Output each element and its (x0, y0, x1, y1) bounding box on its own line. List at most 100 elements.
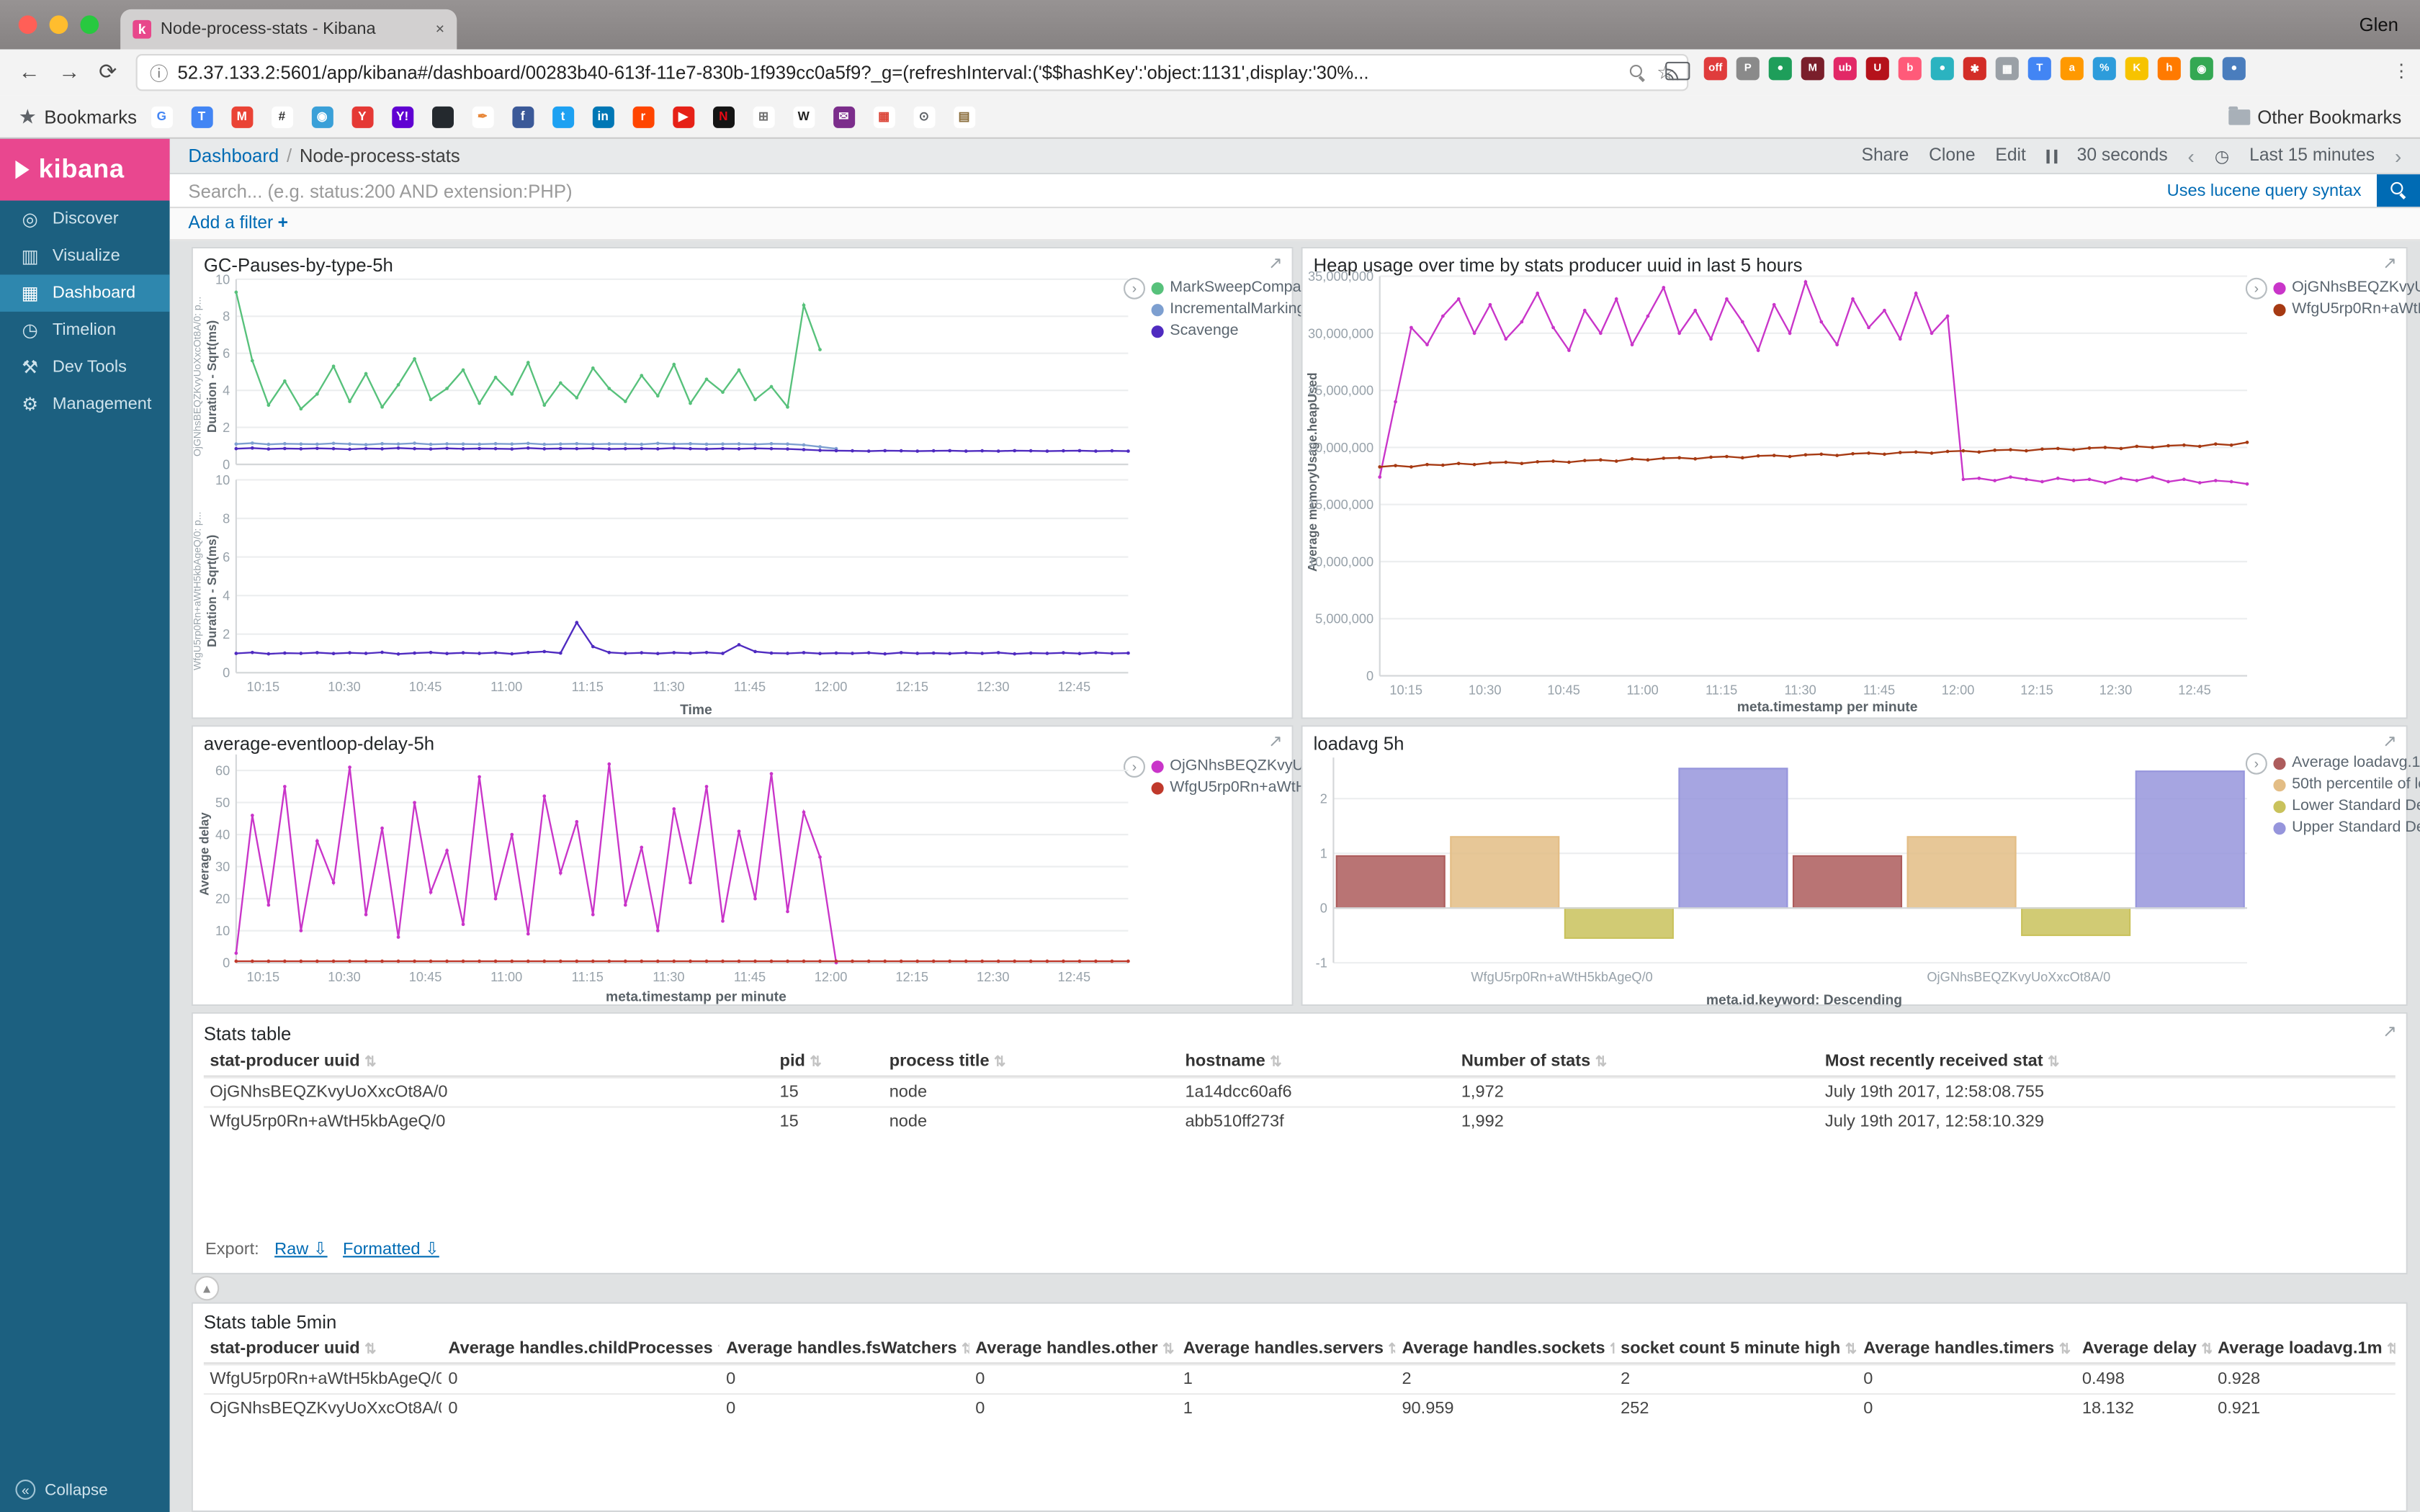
legend-item[interactable]: WfgU5rp0Rn+aWtH5... (2273, 301, 2420, 318)
column-header[interactable]: Average handles.childProcesses⇅ (442, 1335, 720, 1363)
add-filter-link[interactable]: Add a filter (188, 215, 273, 233)
column-header[interactable]: pid⇅ (774, 1048, 883, 1076)
minimize-window-button[interactable] (50, 15, 68, 34)
panel-title[interactable]: Stats table 5min (204, 1311, 336, 1333)
bookmark-favicon[interactable]: ✉ (833, 106, 854, 127)
legend-item[interactable]: MarkSweepCompact (1152, 279, 1306, 297)
pause-refresh-icon[interactable] (2046, 149, 2057, 163)
column-header[interactable]: Average loadavg.1m⇅ (2212, 1335, 2396, 1363)
panel-title[interactable]: Stats table (204, 1023, 292, 1045)
extension-icon[interactable]: h (2158, 57, 2181, 80)
column-header[interactable]: process title⇅ (883, 1048, 1179, 1076)
column-header[interactable]: Average delay⇅ (2076, 1335, 2211, 1363)
bookmark-favicon[interactable]: # (271, 106, 292, 127)
search-button[interactable] (2377, 174, 2420, 207)
zoom-icon[interactable] (1631, 64, 1648, 81)
extension-icon[interactable]: ub (1834, 57, 1857, 80)
expand-panel-icon[interactable]: ↗ (2383, 253, 2397, 273)
bar[interactable] (1679, 768, 1787, 908)
column-header[interactable]: Most recently received stat⇅ (1819, 1048, 2395, 1076)
bar[interactable] (2022, 908, 2130, 935)
legend-item[interactable]: WfgU5rp0Rn+aWtH5... (1152, 779, 1306, 796)
bookmark-favicon[interactable]: ⊙ (913, 106, 935, 127)
bookmark-favicon[interactable]: r (632, 106, 654, 127)
clone-button[interactable]: Clone (1929, 147, 1975, 166)
bookmark-favicon[interactable]: G (151, 106, 172, 127)
lucene-syntax-link[interactable]: Uses lucene query syntax (2167, 181, 2362, 200)
bookmark-favicon[interactable]: in (592, 106, 614, 127)
heap-usage-chart[interactable]: 05,000,00010,000,00015,000,00020,000,000… (1303, 270, 2266, 711)
panel-collapse-chevron[interactable]: ▲ (194, 1276, 219, 1300)
extension-icon[interactable]: b (1899, 57, 1922, 80)
legend-item[interactable]: Lower Standard Devi... (2273, 798, 2420, 815)
extension-icon[interactable]: ◉ (2190, 57, 2213, 80)
extension-icon[interactable]: ▦ (1996, 57, 2019, 80)
browser-tab[interactable]: k Node-process-stats - Kibana × (120, 9, 457, 50)
gc-pauses-bottom-chart[interactable]: 024681010:1510:3010:4511:0011:1511:3011:… (202, 474, 1147, 705)
eventloop-delay-chart[interactable]: 010203040506010:1510:3010:4511:0011:1511… (202, 748, 1147, 989)
bookmark-favicon[interactable]: f (512, 106, 534, 127)
breadcrumb-dashboard[interactable]: Dashboard (188, 145, 279, 166)
cast-icon[interactable] (1665, 62, 1690, 90)
bookmark-favicon[interactable]: ✒ (472, 106, 493, 127)
extension-icon[interactable]: ● (1931, 57, 1954, 80)
time-range-button[interactable]: Last 15 minutes (2249, 147, 2375, 166)
tab-close-icon[interactable]: × (436, 21, 445, 38)
column-header[interactable]: socket count 5 minute high⇅ (1615, 1335, 1857, 1363)
expand-panel-icon[interactable]: ↗ (2383, 1022, 2397, 1042)
expand-panel-icon[interactable]: ↗ (1268, 253, 1283, 273)
bar[interactable] (1565, 908, 1673, 938)
bookmark-favicon[interactable]: ▤ (954, 106, 975, 127)
legend-item[interactable]: 50th percentile of loa... (2273, 776, 2420, 793)
reload-button[interactable]: ⟳ (99, 58, 117, 84)
bookmark-favicon[interactable]: ◉ (311, 106, 333, 127)
extension-icon[interactable]: % (2093, 57, 2116, 80)
expand-panel-icon[interactable]: ↗ (1268, 732, 1283, 752)
column-header[interactable]: Average handles.fsWatchers⇅ (720, 1335, 969, 1363)
extension-icon[interactable]: ✱ (1963, 57, 1986, 80)
column-header[interactable]: stat-producer uuid⇅ (204, 1335, 442, 1363)
bookmark-favicon[interactable]: M (231, 106, 253, 127)
legend-item[interactable]: OjGNhsBEQZKvyUoX... (1152, 757, 1306, 775)
page-info-icon[interactable]: ⓘ (150, 60, 169, 86)
bookmark-favicon[interactable] (431, 106, 453, 127)
column-header[interactable]: Average handles.other⇅ (969, 1335, 1177, 1363)
bar[interactable] (1793, 856, 1901, 908)
export-formatted-link[interactable]: Formatted ⇩ (343, 1239, 439, 1259)
sidebar-item-management[interactable]: ⚙Management (0, 386, 170, 423)
export-raw-link[interactable]: Raw ⇩ (274, 1239, 327, 1259)
maximize-window-button[interactable] (80, 15, 99, 34)
legend-item[interactable]: OjGNhsBEQZKvyUoX... (2273, 279, 2420, 297)
column-header[interactable]: hostname⇅ (1179, 1048, 1455, 1076)
extension-icon[interactable]: off (1704, 57, 1727, 80)
refresh-interval-button[interactable]: 30 seconds (2077, 147, 2168, 166)
legend-item[interactable]: Scavenge (1152, 323, 1306, 340)
bar[interactable] (1908, 837, 2016, 908)
expand-panel-icon[interactable]: ↗ (2383, 732, 2397, 752)
sidebar-item-dashboard[interactable]: ▦Dashboard (0, 274, 170, 311)
bar[interactable] (1337, 856, 1445, 908)
bookmark-favicon[interactable]: N (712, 106, 734, 127)
bookmark-favicon[interactable]: Y (351, 106, 373, 127)
gc-pauses-top-chart[interactable]: 0246810 (202, 273, 1147, 477)
extension-icon[interactable]: U (1866, 57, 1889, 80)
bar[interactable] (2136, 771, 2244, 908)
extension-icon[interactable]: K (2125, 57, 2148, 80)
kibana-logo[interactable]: kibana (0, 139, 170, 201)
share-button[interactable]: Share (1862, 147, 1909, 166)
bookmark-favicon[interactable]: ⊞ (753, 106, 774, 127)
time-back-chevron[interactable]: ‹ (2188, 144, 2195, 167)
time-forward-chevron[interactable]: › (2395, 144, 2401, 167)
bookmark-favicon[interactable]: ▦ (873, 106, 895, 127)
legend-item[interactable]: Upper Standard Devi... (2273, 819, 2420, 837)
column-header[interactable]: stat-producer uuid⇅ (204, 1048, 774, 1076)
sidebar-item-visualize[interactable]: ▥Visualize (0, 238, 170, 274)
edit-button[interactable]: Edit (1995, 147, 2025, 166)
bookmark-favicon[interactable]: Y! (392, 106, 413, 127)
bar[interactable] (1451, 837, 1559, 908)
extension-icon[interactable]: T (2028, 57, 2051, 80)
column-header[interactable]: Average handles.sockets⇅ (1396, 1335, 1615, 1363)
browser-menu-icon[interactable]: ⋮ (2392, 60, 2411, 82)
bookmarks-folder[interactable]: ★ Bookmarks (19, 104, 137, 129)
close-window-button[interactable] (19, 15, 37, 34)
